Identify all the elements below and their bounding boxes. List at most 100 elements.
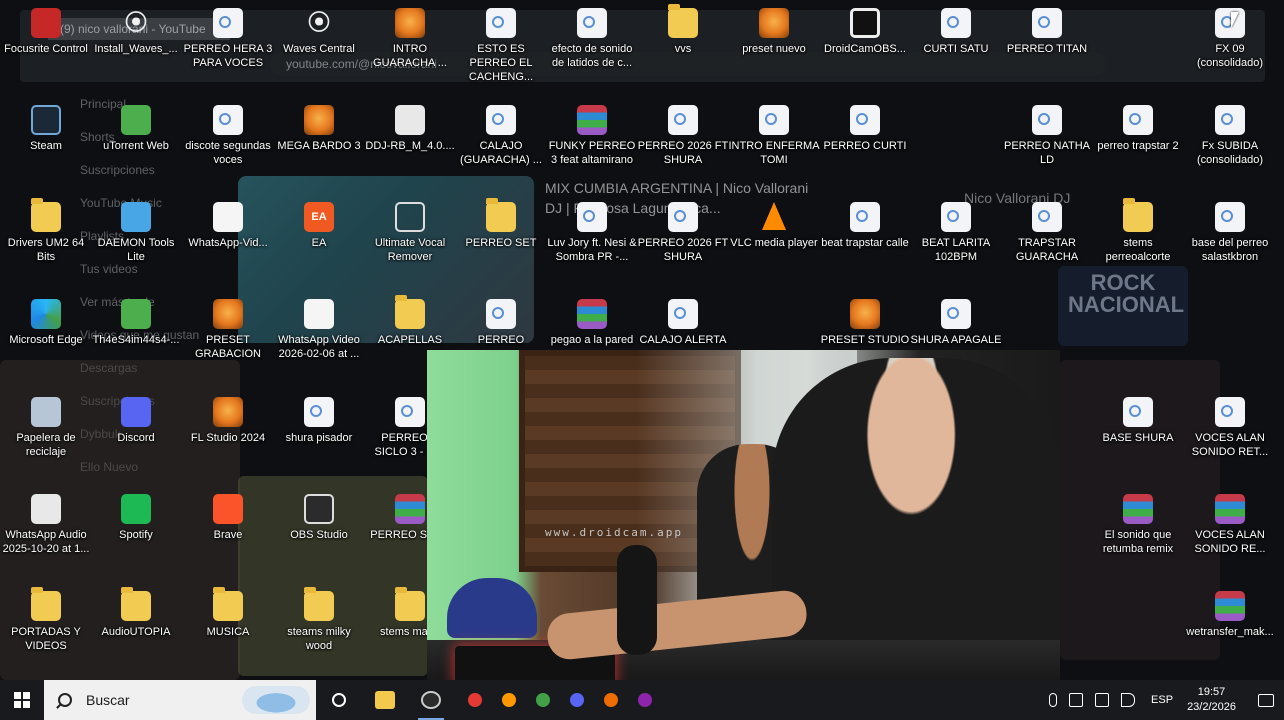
audio-file-icon [1032,105,1062,135]
desktop-icon[interactable]: beat trapstar calle [819,202,911,250]
desktop-icon[interactable]: Ultimate Vocal Remover [364,202,456,264]
desktop-icon[interactable]: El sonido que retumba remix [1092,494,1184,556]
app-icon[interactable] [502,693,516,707]
microphone-icon[interactable] [1049,693,1058,707]
desktop-icon[interactable]: PERREO TITAN [1001,8,1093,56]
desktop-icon[interactable]: ⦿ Install_Waves_... [90,8,182,56]
audio-file-icon [941,8,971,38]
desktop-icon[interactable]: efecto de sonido de latidos de c... [546,8,638,70]
task-view-button[interactable] [316,680,362,720]
desktop-icon-label: shura pisador [285,432,353,444]
desktop-icon[interactable]: SHURA APAGALE [910,299,1002,347]
desktop-icon[interactable]: uTorrent Web [90,105,182,153]
desktop-icon[interactable]: PERREO HERA 3 PARA VOCES [182,8,274,70]
network-icon[interactable] [1095,693,1110,707]
desktop-icon[interactable]: stems perreoalcorte [1092,198,1184,264]
desktop-icon[interactable]: ⦿ Waves Central [273,8,365,56]
desktop-icon[interactable]: AudioUTOPIA [90,587,182,639]
desktop-icon[interactable]: VOCES ALAN SONIDO RET... [1184,397,1276,459]
desktop-icon[interactable]: PERREO [455,299,547,347]
desktop-icon[interactable]: wetransfer_mak... [1184,591,1276,639]
desktop-icon[interactable]: MUSICA [182,587,274,639]
desktop-icon[interactable]: BEAT LARITA 102BPM [910,202,1002,264]
desktop-icon[interactable]: DDJ-RB_M_4.0.... [364,105,456,153]
desktop-icon[interactable]: FUNKY PERREO 3 feat altamirano [546,105,638,167]
desktop-icon[interactable]: VLC media player [728,202,820,250]
desktop-icon[interactable]: PERREO SET [455,198,547,250]
desktop-icon[interactable]: Th4eS4im44s4-... [90,299,182,347]
desktop-icon[interactable]: WhatsApp Audio 2025-10-20 at 1... [0,494,92,556]
desktop-icon[interactable]: WhatsApp Video 2026-02-06 at ... [273,299,365,361]
notifications-button[interactable] [1248,680,1284,720]
desktop-icon[interactable]: DAEMON Tools Lite [90,202,182,264]
desktop-icon[interactable]: PRESET GRABACION [182,299,274,361]
file-explorer-button[interactable] [362,680,408,720]
desktop-icon[interactable]: INTRO GUARACHA ... [364,8,456,70]
volume-icon[interactable] [1121,693,1136,707]
desktop-icon[interactable]: OBS Studio [273,494,365,542]
desktop-icon[interactable]: steams milky wood [273,587,365,653]
search-icon [58,693,72,707]
audio-file-icon [1032,8,1062,38]
desktop-icon[interactable]: PERREO NATHA LD [1001,105,1093,167]
app-icon[interactable] [536,693,550,707]
desktop-icon[interactable]: WhatsApp-Vid... [182,202,274,250]
rar-archive-icon [1123,494,1153,524]
desktop-icon[interactable]: PERREO CURTI [819,105,911,153]
notification-icon [1258,693,1274,707]
desktop-icon[interactable]: CURTI SATU [910,8,1002,56]
taskbar-search-box[interactable]: Buscar [44,680,316,720]
desktop-icon[interactable]: INTRO ENFERMA TOMI [728,105,820,167]
desktop-icon[interactable]: CALAJO (GUARACHA) ... [455,105,547,167]
desktop-icon[interactable]: PERREO 2026 FT SHURA [637,105,729,167]
desktop-icon[interactable]: PERREO 2026 FT SHURA [637,202,729,264]
desktop-icon[interactable]: perreo trapstar 2 [1092,105,1184,153]
desktop-icon[interactable]: PRESET STUDIO [819,299,911,347]
security-icon[interactable] [1069,693,1084,707]
start-button[interactable] [0,680,44,720]
desktop-icon[interactable]: CALAJO ALERTA [637,299,729,347]
language-indicator[interactable]: ESP [1151,694,1173,706]
desktop-icon[interactable]: Discord [90,397,182,445]
desktop-icon[interactable]: Drivers UM2 64 Bits [0,198,92,264]
desktop-icon[interactable]: Brave [182,494,274,542]
desktop-icon[interactable]: preset nuevo [728,8,820,56]
desktop-icon[interactable]: EA EA [273,202,365,250]
desktop-icon[interactable]: shura pisador [273,397,365,445]
daemon-tools-icon [121,202,151,232]
desktop-icon[interactable]: Microsoft Edge [0,299,92,347]
audio-file-icon [1032,202,1062,232]
desktop-icon[interactable]: base del perreo salastkbron [1184,202,1276,264]
desktop-icon-label: WhatsApp Video 2026-02-06 at ... [278,334,360,360]
vlc-icon [759,202,789,232]
fl-project-icon [304,105,334,135]
desktop-icon[interactable]: TRAPSTAR GUARACHA [1001,202,1093,264]
discord-icon[interactable] [570,693,584,707]
desktop-icon[interactable]: Steam [0,105,92,153]
app-icon[interactable] [604,693,618,707]
desktop-icon[interactable]: ACAPELLAS [364,295,456,347]
desktop-icon[interactable]: Luv Jory ft. Nesi & Sombra PR -... [546,202,638,264]
zip-folder-icon [395,295,425,329]
desktop-icon[interactable]: VOCES ALAN SONIDO RE... [1184,494,1276,556]
desktop-icon[interactable]: DroidCamOBS... [819,8,911,56]
desktop-icon[interactable]: Papelera de reciclaje [0,397,92,459]
desktop-icon[interactable]: Focusrite Control [0,8,92,56]
desktop-icon[interactable]: FL Studio 2024 [182,397,274,445]
edge-icon [31,299,61,329]
desktop-icon[interactable]: PORTADAS Y VIDEOS [0,587,92,653]
desktop-icon[interactable]: pegao a la pared [546,299,638,347]
desktop-icon[interactable]: discote segundas voces [182,105,274,167]
clock[interactable]: 19:57 23/2/2026 [1187,685,1236,715]
desktop-icon[interactable]: ESTO ES PERREO EL CACHENG... [455,8,547,84]
desktop-icon[interactable]: vvs [637,4,729,56]
desktop-icon[interactable]: Fx SUBIDA (consolidado) [1184,105,1276,167]
desktop-icon[interactable]: Spotify [90,494,182,542]
app-icon[interactable] [468,693,482,707]
audio-file-icon [668,105,698,135]
app-icon[interactable] [638,693,652,707]
desktop-icon[interactable]: MEGA BARDO 3 [273,105,365,153]
desktop-icon[interactable]: BASE SHURA [1092,397,1184,445]
obs-taskbar-button[interactable] [408,680,454,720]
desktop-icon[interactable]: FX 09 (consolidado) [1184,8,1276,70]
